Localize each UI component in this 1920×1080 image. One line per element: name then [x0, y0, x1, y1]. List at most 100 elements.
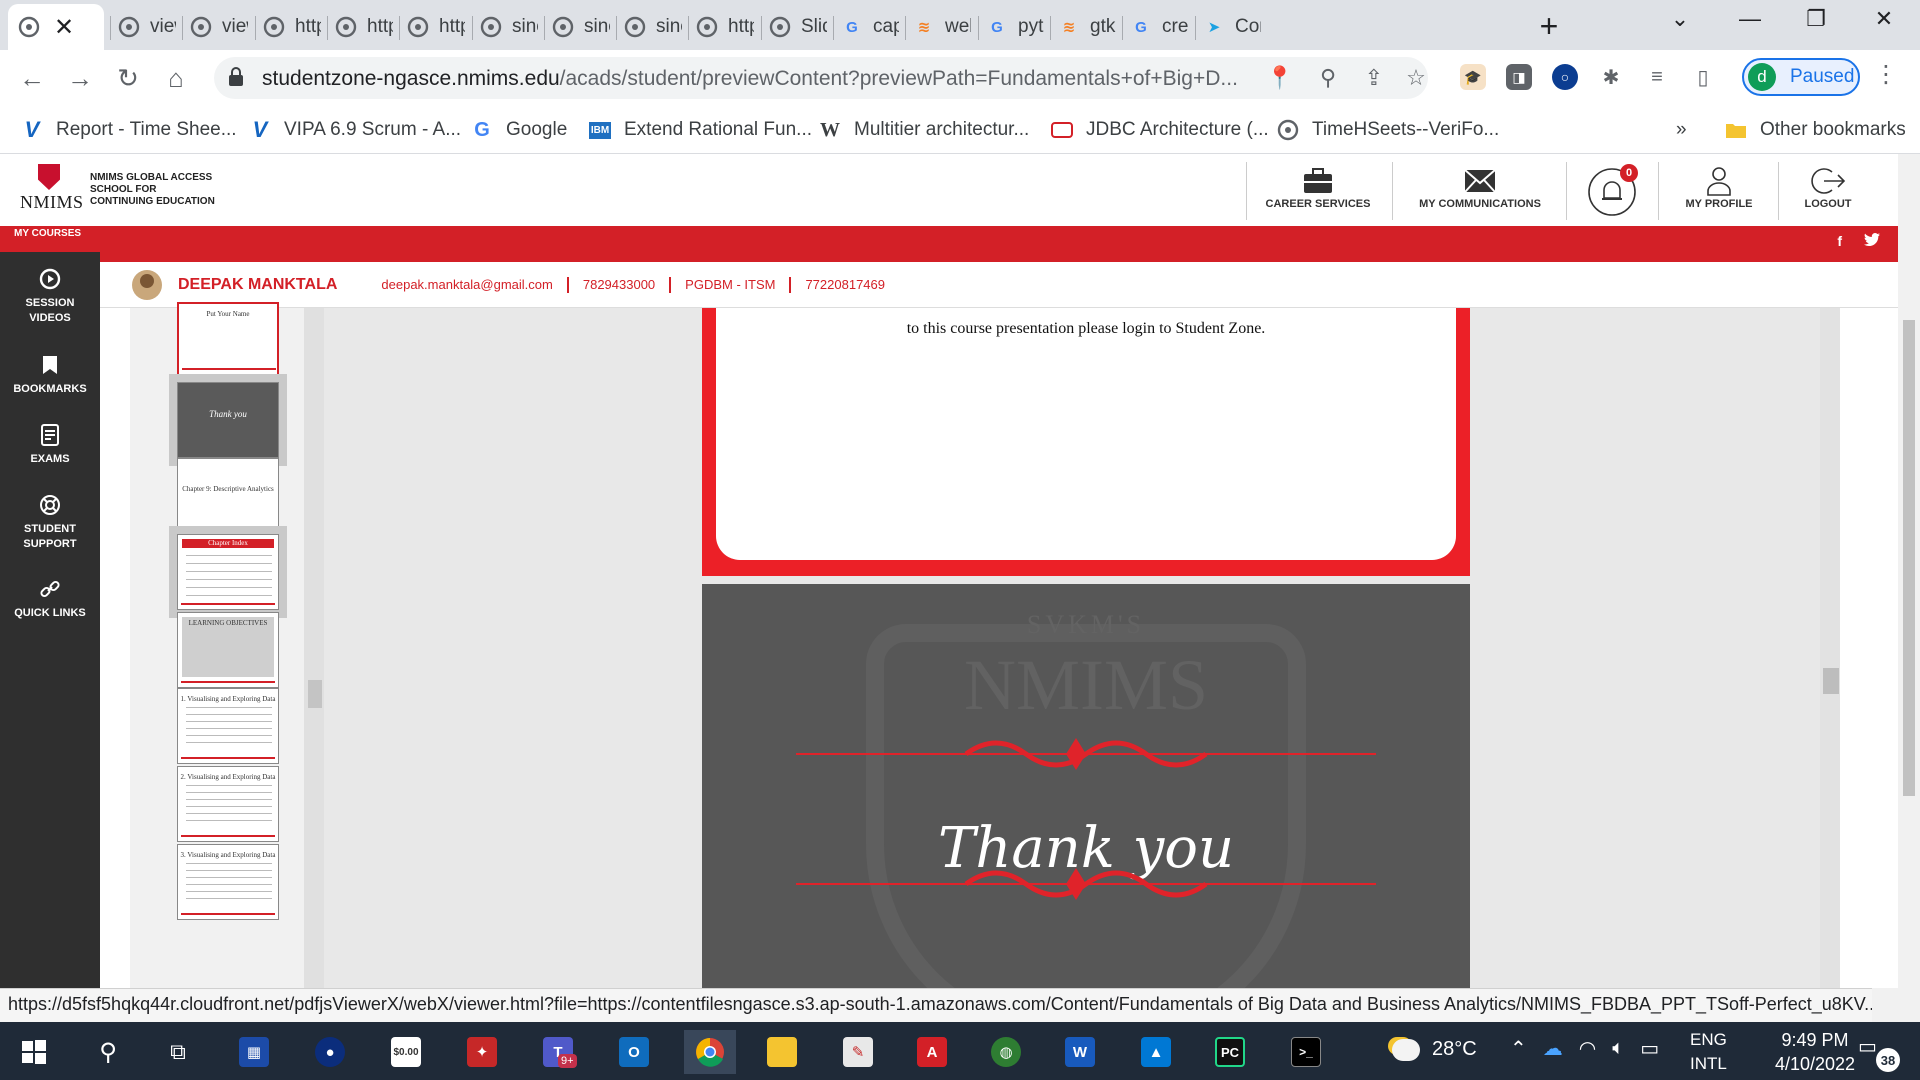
bookmark-item[interactable]: TimeHSeets--VeriFo... [1276, 116, 1499, 144]
reload-button[interactable]: ↻ [110, 60, 146, 96]
bookmark-item[interactable]: V VIPA 6.9 Scrum - A... [248, 116, 461, 144]
browser-tab[interactable]: Slid [763, 4, 833, 50]
taskbar-app[interactable]: ● [308, 1030, 352, 1074]
browser-tab[interactable]: sinc [618, 4, 688, 50]
new-tab-button[interactable]: + [1532, 8, 1566, 45]
browser-tab[interactable]: Gpyth [980, 4, 1050, 50]
start-button[interactable] [12, 1030, 56, 1074]
tab-search-icon[interactable]: ⌄ [1660, 6, 1700, 32]
zoom-icon[interactable]: ⚲ [1314, 65, 1342, 91]
pycharm-button[interactable]: PC [1208, 1030, 1252, 1074]
terminal-button[interactable]: >_ [1284, 1030, 1328, 1074]
minimize-button[interactable]: — [1730, 6, 1770, 32]
chrome-button[interactable] [684, 1030, 736, 1074]
address-bar[interactable]: studentzone-ngasce.nmims.edu/acads/stude… [214, 57, 1428, 99]
outlook-button[interactable]: O [612, 1030, 656, 1074]
sidebar-item-exams[interactable]: EXAMS [0, 422, 100, 467]
browser-tab[interactable]: Gcrea [1124, 4, 1194, 50]
other-bookmarks-folder[interactable]: Other bookmarks [1724, 116, 1906, 144]
forward-button[interactable]: → [62, 60, 98, 96]
close-window-button[interactable]: ✕ [1864, 6, 1904, 32]
bookmark-item[interactable]: JDBC Architecture (... [1050, 116, 1269, 144]
browser-tab[interactable]: ➤ Con [1197, 4, 1267, 50]
volume-icon[interactable]: 🔈︎ [1612, 1037, 1624, 1060]
bookmark-item[interactable]: V Report - Time Shee... [20, 116, 237, 144]
notifications-button[interactable]: 0 [1584, 164, 1640, 224]
slide-thumbnail[interactable]: Put Your Name [177, 302, 279, 376]
logout-link[interactable]: LOGOUT [1796, 164, 1860, 224]
browser-tab[interactable]: Gcap [835, 4, 905, 50]
extension-cap-icon[interactable]: 🎓 [1460, 64, 1486, 90]
browser-tab[interactable]: ≋ gtk [1052, 4, 1122, 50]
splitter-grip[interactable] [308, 680, 322, 708]
restore-button[interactable]: ❐ [1796, 6, 1836, 32]
nmims-logo[interactable]: NMIMS [20, 164, 83, 220]
sidebar-item-student-support[interactable]: STUDENT SUPPORT [0, 492, 100, 552]
file-explorer-button[interactable] [760, 1030, 804, 1074]
my-profile-link[interactable]: MY PROFILE [1676, 164, 1762, 224]
browser-tab[interactable]: view [184, 4, 254, 50]
back-button[interactable]: ← [14, 60, 50, 96]
browser-tab[interactable]: ≋ web [907, 4, 977, 50]
page-scrollbar[interactable] [1898, 154, 1920, 988]
bookmarks-overflow-button[interactable]: » [1676, 116, 1687, 144]
browser-tab[interactable]: sinc [474, 4, 544, 50]
extension-ring-icon[interactable]: ○ [1552, 64, 1578, 90]
taskbar-app[interactable]: $0.00 [384, 1030, 428, 1074]
browser-tab[interactable]: http [690, 4, 760, 50]
sidebar-item-session-videos[interactable]: SESSION VIDEOS [0, 266, 100, 326]
extensions-puzzle-icon[interactable]: ✱ [1598, 64, 1624, 90]
wifi-icon[interactable]: ◠ [1579, 1036, 1596, 1061]
location-icon[interactable]: 📍 [1266, 65, 1294, 91]
page-scroll-thumb[interactable] [1903, 320, 1915, 796]
close-tab-icon[interactable]: ✕ [54, 13, 74, 42]
media-controls-icon[interactable]: ≡ [1644, 64, 1670, 90]
sidebar-item-bookmarks[interactable]: BOOKMARKS [0, 352, 100, 397]
share-icon[interactable]: ⇪ [1360, 65, 1388, 91]
acrobat-button[interactable]: A [910, 1030, 954, 1074]
viewer-scrollbar[interactable] [1820, 308, 1840, 988]
browser-tab[interactable]: http [329, 4, 399, 50]
word-button[interactable]: W [1058, 1030, 1102, 1074]
taskbar-app[interactable]: ✎ [836, 1030, 880, 1074]
tab-active[interactable]: ✕ [8, 4, 104, 50]
taskbar-app[interactable]: ◍ [984, 1030, 1028, 1074]
browser-tab[interactable]: http [401, 4, 471, 50]
my-courses-link[interactable]: MY COURSES [0, 226, 100, 252]
search-button[interactable]: ⚲ [86, 1030, 130, 1074]
bookmark-star-icon[interactable]: ☆ [1402, 65, 1430, 91]
career-services-link[interactable]: CAREER SERVICES [1260, 164, 1376, 224]
browser-tab[interactable]: sinc [546, 4, 616, 50]
bookmark-item[interactable]: IBM Extend Rational Fun... [588, 116, 812, 144]
bookmark-item[interactable]: G Google [470, 116, 567, 144]
twitter-icon[interactable] [1864, 233, 1880, 249]
side-panel-icon[interactable]: ▯ [1690, 64, 1716, 90]
onedrive-icon[interactable]: ☁ [1543, 1036, 1563, 1061]
slide-thumbnail[interactable]: 2. Visualising and Exploring Data [177, 766, 279, 842]
slide-thumbnail[interactable]: Chapter Index [169, 526, 287, 618]
taskbar-app[interactable]: ✦ [460, 1030, 504, 1074]
browser-tab[interactable]: view [112, 4, 182, 50]
taskbar-app[interactable]: ▦ [232, 1030, 276, 1074]
clock[interactable]: 9:49 PM 4/10/2022 [1760, 1028, 1870, 1076]
sidebar-item-quick-links[interactable]: QUICK LINKS [0, 576, 100, 621]
teams-button[interactable]: T 9+ [536, 1030, 580, 1074]
notification-center-button[interactable]: ▭ 38 [1858, 1034, 1900, 1072]
slide-thumbnail[interactable]: 3. Visualising and Exploring Data [177, 844, 279, 920]
slide-thumbnail[interactable]: Thank you [169, 374, 287, 466]
task-view-button[interactable]: ⧉ [156, 1030, 200, 1074]
bookmark-item[interactable]: W Multitier architectur... [818, 116, 1029, 144]
browser-tab[interactable]: http [257, 4, 327, 50]
slide-thumbnail[interactable]: Chapter 9: Descriptive Analytics [177, 458, 279, 534]
viewer-scroll-thumb[interactable] [1823, 668, 1839, 694]
input-language[interactable]: ENG INTL [1690, 1028, 1727, 1076]
slide-thumbnail[interactable]: 1. Visualising and Exploring Data [177, 688, 279, 764]
facebook-icon[interactable]: f [1837, 233, 1842, 249]
extension-box-icon[interactable]: ◨ [1506, 64, 1532, 90]
thumbnail-pane[interactable]: Put Your Name Thank you Chapter 9: Descrip… [130, 302, 304, 988]
home-button[interactable]: ⌂ [158, 60, 194, 96]
slide-thumbnail[interactable]: LEARNING OBJECTIVES [177, 612, 279, 688]
chevron-up-icon[interactable]: ⌃ [1510, 1036, 1527, 1061]
battery-icon[interactable]: ▭ [1640, 1036, 1659, 1061]
pane-splitter[interactable] [304, 308, 324, 988]
